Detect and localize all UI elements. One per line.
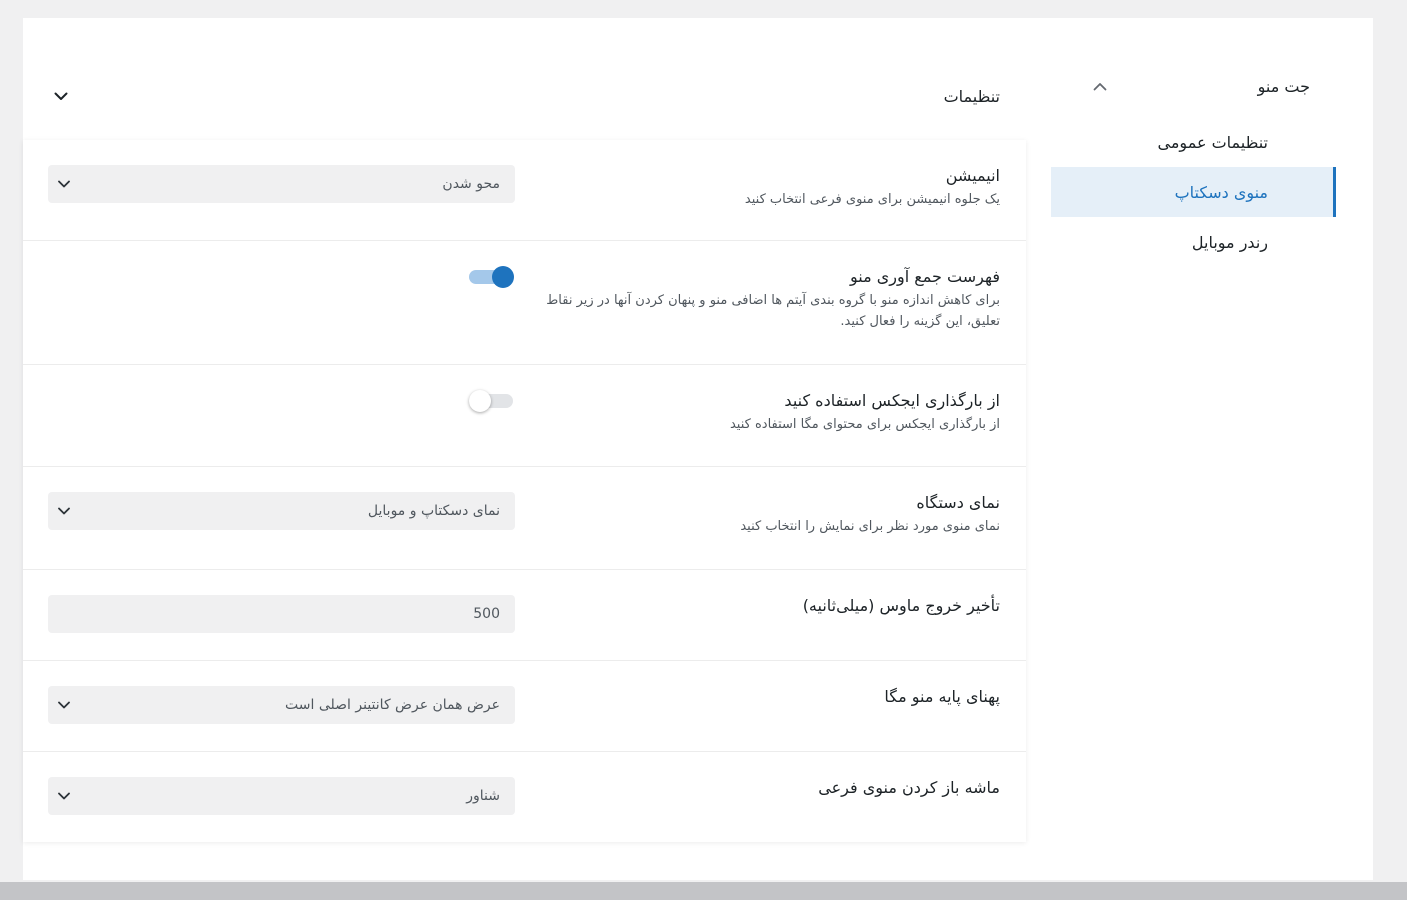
toggle-knob <box>469 390 491 412</box>
setting-text: از بارگذاری ایجکس استفاده کنید از بارگذا… <box>730 390 1000 435</box>
setting-title: ماشه باز کردن منوی فرعی <box>818 778 1000 797</box>
chevron-down-icon <box>58 792 70 800</box>
setting-control: شناور <box>48 777 515 815</box>
setting-text: فهرست جمع آوری منو برای کاهش اندازه منو … <box>540 266 1000 332</box>
sidebar-section-header[interactable]: جت منو <box>1051 66 1336 106</box>
horizontal-scrollbar[interactable] <box>0 882 1407 900</box>
ajax-loading-toggle[interactable] <box>469 390 515 412</box>
setting-title: تأخیر خروج ماوس (میلی‌ثانیه) <box>802 596 1000 615</box>
setting-description: برای کاهش اندازه منو با گروه بندی آیتم ه… <box>546 293 1000 329</box>
submenu-trigger-select[interactable]: شناور <box>48 777 515 815</box>
chevron-down-icon <box>58 701 70 709</box>
setting-row-mega-base-width: پهنای پایه منو مگا عرض همان عرض کانتینر … <box>23 661 1026 752</box>
setting-control <box>48 390 515 412</box>
setting-control: محو شدن <box>48 165 515 203</box>
setting-control: عرض همان عرض کانتینر اصلی است <box>48 686 515 724</box>
setting-description: از بارگذاری ایجکس برای محتوای مگا استفاد… <box>729 417 1000 432</box>
sidebar-item-label: تنظیمات عمومی <box>1157 132 1268 152</box>
chevron-down-icon[interactable] <box>54 92 68 101</box>
chevron-up-icon[interactable] <box>1093 82 1107 91</box>
settings-card: جت منو تنظیمات عمومی منوی دسکتاپ رندر مو… <box>23 18 1373 880</box>
sidebar-item-general-settings[interactable]: تنظیمات عمومی <box>1051 117 1336 167</box>
setting-title: از بارگذاری ایجکس استفاده کنید <box>784 391 1000 410</box>
setting-row-submenu-trigger: ماشه باز کردن منوی فرعی شناور <box>23 752 1026 842</box>
sidebar-section-title: جت منو <box>1257 76 1310 96</box>
setting-text: پهنای پایه منو مگا <box>884 686 1000 708</box>
chevron-down-icon <box>58 507 70 515</box>
settings-panel: تنظیمات انیمیشن یک جلوه انیمیشن برای منو… <box>23 18 1026 880</box>
toggle-knob <box>492 266 514 288</box>
setting-control <box>48 266 515 288</box>
sidebar-item-mobile-render[interactable]: رندر موبایل <box>1051 217 1336 267</box>
menu-overflow-toggle[interactable] <box>469 266 515 288</box>
settings-list: انیمیشن یک جلوه انیمیشن برای منوی فرعی ا… <box>23 140 1026 842</box>
setting-row-mouse-out-delay: تأخیر خروج ماوس (میلی‌ثانیه) <box>23 570 1026 661</box>
sidebar-item-desktop-menu[interactable]: منوی دسکتاپ <box>1051 167 1336 217</box>
sidebar-item-label: رندر موبایل <box>1191 232 1268 252</box>
mega-base-width-select[interactable]: عرض همان عرض کانتینر اصلی است <box>48 686 515 724</box>
setting-row-animation: انیمیشن یک جلوه انیمیشن برای منوی فرعی ا… <box>23 140 1026 241</box>
device-view-select[interactable]: نمای دسکتاپ و موبایل <box>48 492 515 530</box>
panel-header[interactable]: تنظیمات <box>23 58 1026 134</box>
select-value: عرض همان عرض کانتینر اصلی است <box>285 697 500 713</box>
setting-title: نمای دستگاه <box>916 493 1000 512</box>
setting-row-ajax-loading: از بارگذاری ایجکس استفاده کنید از بارگذا… <box>23 365 1026 467</box>
setting-text: نمای دستگاه نمای منوی مورد نظر برای نمای… <box>740 492 1000 537</box>
select-value: شناور <box>466 788 500 804</box>
select-value: محو شدن <box>442 176 500 192</box>
setting-row-menu-overflow: فهرست جمع آوری منو برای کاهش اندازه منو … <box>23 241 1026 365</box>
setting-description: نمای منوی مورد نظر برای نمایش را انتخاب … <box>740 519 1000 534</box>
setting-control: نمای دسکتاپ و موبایل <box>48 492 515 530</box>
setting-text: انیمیشن یک جلوه انیمیشن برای منوی فرعی ا… <box>745 165 1000 210</box>
setting-text: ماشه باز کردن منوی فرعی <box>818 777 1000 799</box>
sidebar-item-label: منوی دسکتاپ <box>1174 182 1268 202</box>
setting-title: انیمیشن <box>945 166 1000 185</box>
select-value: نمای دسکتاپ و موبایل <box>367 503 500 519</box>
mouse-out-delay-input[interactable] <box>48 595 515 633</box>
chevron-down-icon <box>58 180 70 188</box>
setting-title: پهنای پایه منو مگا <box>884 687 1000 706</box>
settings-sidebar: جت منو تنظیمات عمومی منوی دسکتاپ رندر مو… <box>1051 66 1336 267</box>
sidebar-nav: تنظیمات عمومی منوی دسکتاپ رندر موبایل <box>1051 117 1336 267</box>
animation-select[interactable]: محو شدن <box>48 165 515 203</box>
setting-description: یک جلوه انیمیشن برای منوی فرعی انتخاب کن… <box>744 192 1000 207</box>
setting-text: تأخیر خروج ماوس (میلی‌ثانیه) <box>803 595 1000 617</box>
setting-control <box>48 595 515 633</box>
setting-row-device-view: نمای دستگاه نمای منوی مورد نظر برای نمای… <box>23 467 1026 570</box>
panel-title: تنظیمات <box>943 86 1000 106</box>
setting-title: فهرست جمع آوری منو <box>850 267 1000 286</box>
